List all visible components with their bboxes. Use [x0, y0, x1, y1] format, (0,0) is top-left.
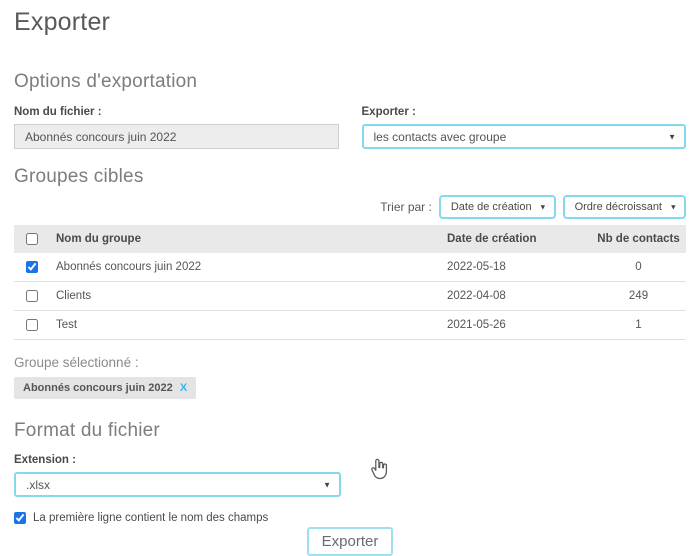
- first-line-checkbox-label: La première ligne contient le nom des ch…: [33, 512, 268, 524]
- selected-group-label: Groupe sélectionné :: [14, 355, 686, 370]
- chevron-down-icon: ▼: [323, 480, 331, 489]
- groups-section-heading: Groupes cibles: [14, 166, 686, 188]
- extension-label: Extension :: [14, 454, 341, 466]
- page-title: Exporter: [14, 8, 686, 37]
- format-section-heading: Format du fichier: [14, 420, 686, 442]
- chevron-down-icon: ▼: [668, 132, 676, 141]
- table-row: Clients 2022-04-08 249: [14, 282, 686, 311]
- filename-field-group: Nom du fichier :: [14, 106, 339, 149]
- column-header-count: Nb de contacts: [591, 225, 686, 253]
- group-name: Clients: [50, 282, 441, 311]
- group-date: 2022-04-08: [441, 282, 591, 311]
- group-count: 0: [591, 253, 686, 282]
- group-name: Abonnés concours juin 2022: [50, 253, 441, 282]
- selected-group-tag-text: Abonnés concours juin 2022: [23, 382, 173, 394]
- column-header-date: Date de création: [441, 225, 591, 253]
- row-checkbox[interactable]: [26, 290, 38, 302]
- first-line-checkbox-row: La première ligne contient le nom des ch…: [14, 512, 686, 524]
- hand-cursor-icon: [368, 457, 390, 481]
- groups-table-header-row: Nom du groupe Date de création Nb de con…: [14, 225, 686, 253]
- column-header-name: Nom du groupe: [50, 225, 441, 253]
- sort-order-selected-value: Ordre décroissant: [575, 201, 662, 213]
- export-button[interactable]: Exporter: [307, 527, 394, 556]
- remove-tag-icon[interactable]: X: [180, 382, 187, 394]
- options-section-heading: Options d'exportation: [14, 71, 686, 93]
- select-all-checkbox[interactable]: [26, 233, 38, 245]
- chevron-down-icon: ▼: [539, 203, 546, 212]
- sort-order-select[interactable]: Ordre décroissant ▼: [563, 195, 686, 219]
- extension-select[interactable]: .xlsx ▼: [14, 472, 341, 497]
- export-type-select[interactable]: les contacts avec groupe ▼: [362, 124, 687, 149]
- export-type-selected-value: les contacts avec groupe: [374, 130, 507, 144]
- groups-table: Nom du groupe Date de création Nb de con…: [14, 225, 686, 340]
- export-type-label: Exporter :: [362, 106, 687, 118]
- export-options-row: Nom du fichier : Exporter : les contacts…: [14, 106, 686, 149]
- export-type-field-group: Exporter : les contacts avec groupe ▼: [362, 106, 687, 149]
- selected-group-tag: Abonnés concours juin 2022 X: [14, 377, 196, 399]
- group-name: Test: [50, 311, 441, 340]
- export-button-container: Exporter: [14, 527, 686, 556]
- group-date: 2021-05-26: [441, 311, 591, 340]
- sort-controls: Trier par : Date de création ▼ Ordre déc…: [14, 195, 686, 219]
- row-checkbox[interactable]: [26, 319, 38, 331]
- filename-label: Nom du fichier :: [14, 106, 339, 118]
- row-checkbox[interactable]: [26, 261, 38, 273]
- sort-by-select[interactable]: Date de création ▼: [439, 195, 556, 219]
- table-row: Abonnés concours juin 2022 2022-05-18 0: [14, 253, 686, 282]
- extension-field-group: Extension : .xlsx ▼: [14, 454, 341, 497]
- first-line-checkbox[interactable]: [14, 512, 26, 524]
- sort-label: Trier par :: [380, 200, 432, 214]
- group-count: 1: [591, 311, 686, 340]
- group-date: 2022-05-18: [441, 253, 591, 282]
- group-count: 249: [591, 282, 686, 311]
- chevron-down-icon: ▼: [670, 203, 677, 212]
- filename-input[interactable]: [14, 124, 339, 149]
- sort-by-selected-value: Date de création: [451, 201, 532, 213]
- extension-selected-value: .xlsx: [26, 478, 50, 492]
- table-row: Test 2021-05-26 1: [14, 311, 686, 340]
